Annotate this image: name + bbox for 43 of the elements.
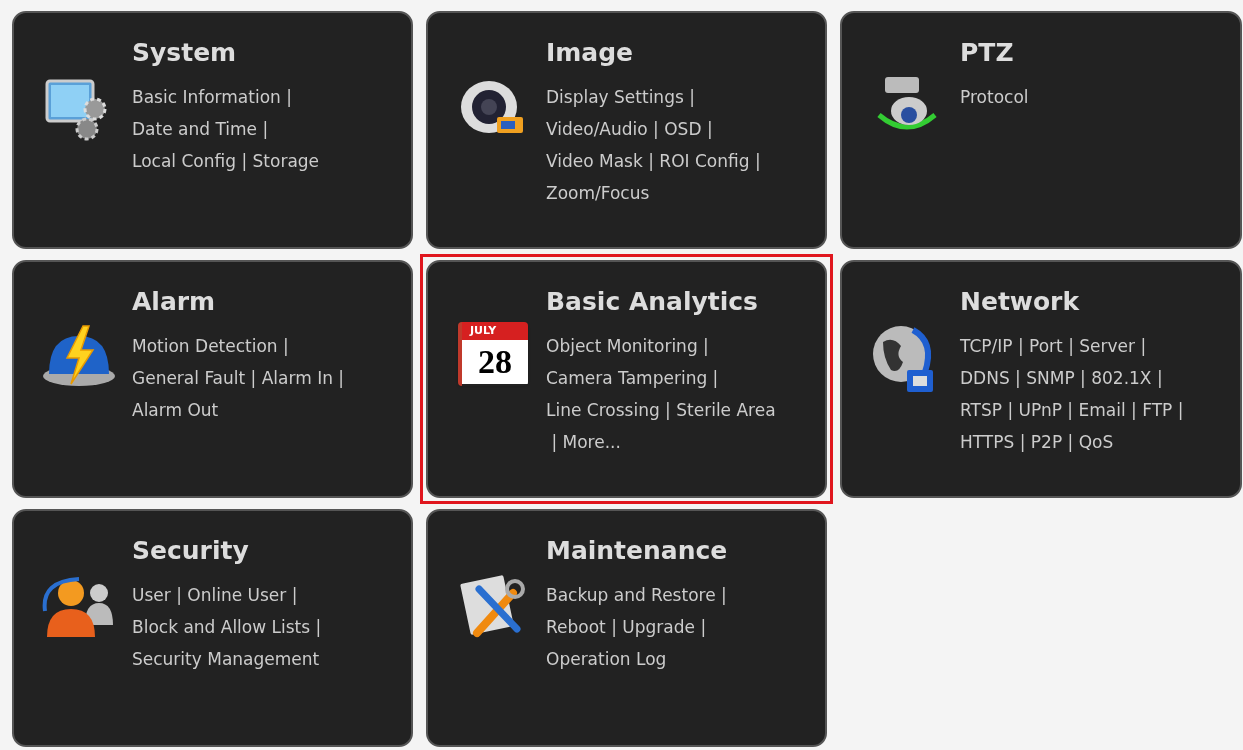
card-title: Security xyxy=(132,535,250,567)
settings-link[interactable]: User | Online User | xyxy=(132,579,322,611)
settings-link[interactable]: DDNS | SNMP | 802.1X | xyxy=(960,362,1184,394)
settings-link[interactable]: | More... xyxy=(546,426,776,458)
settings-link[interactable]: General Fault | Alarm In | xyxy=(132,362,345,394)
settings-link[interactable]: Block and Allow Lists | xyxy=(132,611,322,643)
settings-link[interactable]: Date and Time | xyxy=(132,113,320,145)
settings-link[interactable]: Protocol xyxy=(960,81,1029,113)
settings-link[interactable]: Display Settings | xyxy=(546,81,761,113)
settings-link[interactable]: HTTPS | P2P | QoS xyxy=(960,426,1184,458)
settings-link[interactable]: Local Config | Storage xyxy=(132,145,320,177)
card-title: Alarm xyxy=(132,286,217,318)
settings-link[interactable]: Backup and Restore | xyxy=(546,579,728,611)
settings-link[interactable]: Line Crossing | Sterile Area xyxy=(546,394,776,426)
settings-link[interactable]: Object Monitoring | xyxy=(546,330,776,362)
settings-link[interactable]: Video Mask | ROI Config | xyxy=(546,145,761,177)
settings-link[interactable]: Security Management xyxy=(132,643,322,675)
settings-link[interactable]: Zoom/Focus xyxy=(546,177,761,209)
settings-link[interactable]: Operation Log xyxy=(546,643,728,675)
card-title: Maintenance xyxy=(546,535,728,567)
settings-card[interactable]: Image Display Settings | Video/Audio | OSD | Video Mask | ROI Config | Zoom/Focus xyxy=(426,11,827,249)
settings-card[interactable]: Alarm Motion Detection | General Fault | Alarm In | Alarm Out xyxy=(12,260,413,498)
card-title: System xyxy=(132,37,238,69)
card-title: Network xyxy=(960,286,1081,318)
settings-link[interactable]: RTSP | UPnP | Email | FTP | xyxy=(960,394,1184,426)
settings-link[interactable]: Motion Detection | xyxy=(132,330,345,362)
settings-link[interactable]: Basic Information | xyxy=(132,81,320,113)
card-title: Basic Analytics xyxy=(546,286,759,318)
settings-link[interactable]: Alarm Out xyxy=(132,394,345,426)
settings-link[interactable]: Camera Tampering | xyxy=(546,362,776,394)
settings-card[interactable]: Security User | Online User | Block and Allow Lists | Security Management xyxy=(12,509,413,747)
card-title: Image xyxy=(546,37,635,69)
settings-card[interactable]: JULY 28 Basic Analytics Object Monitoring | Camera Tampering | Line Crossing | Sterile Area | More... xyxy=(426,260,827,498)
calendar-month: JULY xyxy=(462,322,528,340)
calendar-day: 28 xyxy=(462,340,528,384)
settings-card[interactable]: Maintenance Backup and Restore | Reboot | Upgrade | Operation Log xyxy=(426,509,827,747)
settings-card[interactable]: System Basic Information | Date and Time | Local Config | Storage xyxy=(12,11,413,249)
settings-card[interactable]: PTZ Protocol xyxy=(840,11,1242,249)
settings-link[interactable]: TCP/IP | Port | Server | xyxy=(960,330,1184,362)
card-title: PTZ xyxy=(960,37,1015,69)
settings-card[interactable]: Network TCP/IP | Port | Server | DDNS | SNMP | 802.1X | RTSP | UPnP | Email | FTP | HTTPS | P2P | QoS xyxy=(840,260,1242,498)
settings-link[interactable]: Video/Audio | OSD | xyxy=(546,113,761,145)
settings-link[interactable]: Reboot | Upgrade | xyxy=(546,611,728,643)
